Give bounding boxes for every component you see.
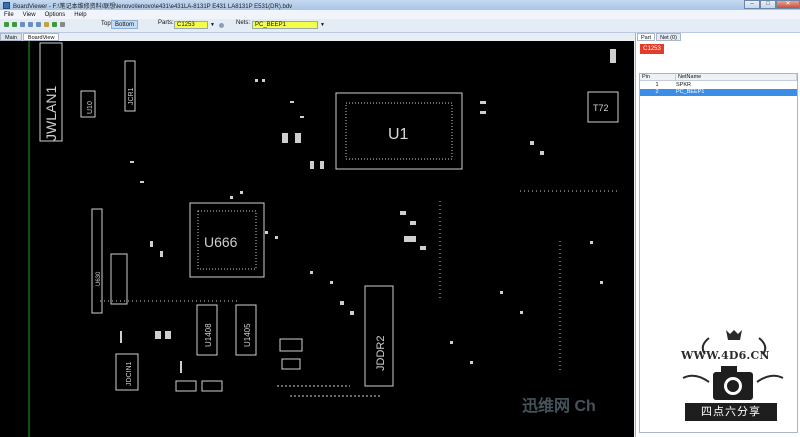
column-header-netname[interactable]: NetName (676, 74, 797, 81)
label-jcr1: JCR1 (128, 87, 135, 105)
bottom-side-button[interactable]: Bottom (111, 20, 139, 29)
window-title: BoardViewer - F:\笔记本维修资料\联想\lenovo\lenov… (13, 3, 293, 10)
mirror-icon[interactable] (52, 22, 57, 27)
title-bar: BoardViewer - F:\笔记本维修资料\联想\lenovo\lenov… (0, 0, 800, 10)
label-u1408: U1408 (204, 323, 213, 347)
label-u10: U10 (87, 101, 94, 114)
tab-boardview[interactable]: BoardView (22, 33, 60, 41)
maximize-button[interactable]: □ (760, 0, 776, 9)
part-net-tabs: Part Net (0) (637, 33, 682, 41)
tab-net[interactable]: Net (0) (656, 33, 681, 41)
parts-label: Parts: (158, 20, 174, 26)
open-icon[interactable] (4, 22, 9, 27)
zoom-in-icon[interactable] (20, 22, 25, 27)
watermark: 迅维网 Ch (522, 398, 596, 415)
menu-options[interactable]: Options (45, 12, 66, 18)
pin-cell: 2 (655, 89, 659, 95)
settings-icon[interactable] (60, 22, 65, 27)
tab-part[interactable]: Part (637, 33, 656, 41)
menu-view[interactable]: View (23, 12, 36, 18)
pin-cell: 1 (655, 82, 659, 88)
brand-url: WWW.4D6.CN (681, 349, 770, 362)
tab-main[interactable]: Main (0, 33, 22, 41)
label-u630: U630 (96, 271, 102, 286)
board-tabs: Main BoardView (0, 33, 60, 41)
menu-file[interactable]: File (4, 12, 14, 18)
selected-part-button[interactable]: C1253 (640, 44, 664, 54)
label-u1: U1 (388, 126, 409, 143)
pcb-canvas[interactable]: JWLAN1 U10 JCR1 U1 T72 U666 U1408 U1405 … (0, 41, 634, 437)
nets-dropdown-icon[interactable]: ▼ (319, 21, 326, 29)
zoom-fit-icon[interactable] (36, 22, 41, 27)
toolbar: Top Bottom Parts: C1253 ▼ Nets: PC_BEEP1… (0, 19, 800, 33)
boardviewer-window: BoardViewer - F:\笔记本维修资料\联想\lenovo\lenov… (0, 0, 800, 437)
parts-search-icon[interactable] (219, 23, 224, 28)
table-row[interactable]: 1 SPKR (640, 82, 797, 89)
label-u666: U666 (204, 234, 238, 250)
label-jwlan1: JWLAN1 (43, 86, 59, 141)
brand-name: 四点六分享 (685, 403, 777, 421)
nets-label: Nets: (236, 20, 251, 26)
zoom-out-icon[interactable] (28, 22, 33, 27)
label-jdcin1: JDCIN1 (126, 361, 133, 386)
refresh-icon[interactable] (12, 22, 17, 27)
label-t72: T72 (593, 103, 609, 113)
label-jddr2: JDDR2 (375, 336, 387, 371)
net-cell: PC_BEEP1 (676, 89, 705, 95)
table-row-selected[interactable]: 2 PC_BEEP1 (640, 89, 797, 96)
menu-bar: File View Options Help (0, 10, 800, 19)
menu-help[interactable]: Help (74, 12, 86, 18)
pcb-layout: JWLAN1 U10 JCR1 U1 T72 U666 U1408 U1405 … (28, 41, 620, 437)
rotate-icon[interactable] (44, 22, 49, 27)
app-icon (3, 1, 10, 9)
window-controls: – □ ✕ (744, 0, 800, 10)
label-u1405: U1405 (243, 323, 252, 347)
brand-logo: WWW.4D6.CN 四点六分享 (679, 328, 789, 428)
board-pane: Main BoardView JWLAN1 U10 JCR1 U1 T72 U6… (0, 33, 635, 437)
column-header-pin[interactable]: Pin (640, 74, 676, 81)
minimize-button[interactable]: – (744, 0, 760, 9)
nets-input[interactable]: PC_BEEP1 (252, 21, 318, 29)
close-button[interactable]: ✕ (776, 0, 800, 9)
net-cell: SPKR (676, 82, 691, 88)
parts-input[interactable]: C1253 (174, 21, 208, 29)
parts-dropdown-icon[interactable]: ▼ (209, 21, 216, 29)
